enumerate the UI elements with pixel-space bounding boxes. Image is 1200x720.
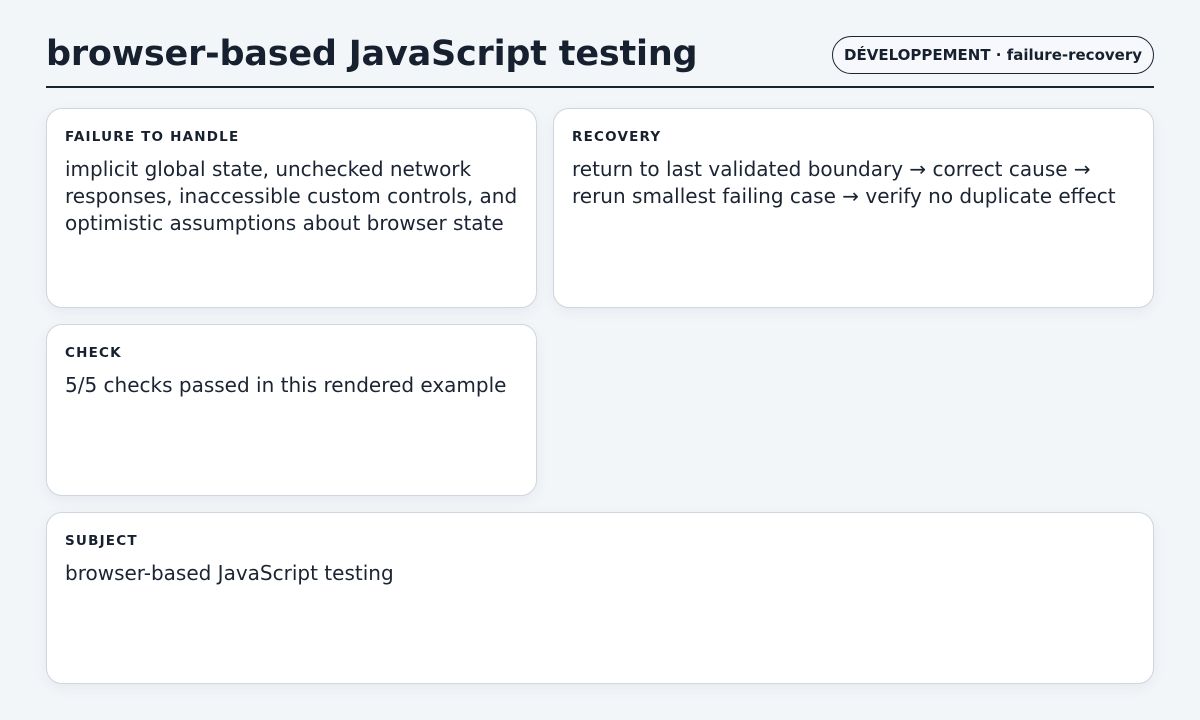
recovery-card: RECOVERY return to last validated bounda… — [553, 108, 1154, 308]
failure-to-handle-card: FAILURE TO HANDLE implicit global state,… — [46, 108, 537, 308]
recovery-label: RECOVERY — [572, 129, 662, 145]
failure-to-handle-text: implicit global state, unchecked network… — [65, 157, 518, 235]
page-title: browser-based JavaScript testing — [46, 34, 698, 74]
page-header: browser-based JavaScript testing DÉVELOP… — [46, 0, 1154, 88]
category-badge: DÉVELOPPEMENT · failure-recovery — [832, 36, 1154, 74]
check-label: CHECK — [65, 345, 122, 361]
check-text: 5/5 checks passed in this rendered examp… — [65, 373, 507, 397]
recovery-text: return to last validated boundary → corr… — [572, 157, 1116, 208]
check-card: CHECK 5/5 checks passed in this rendered… — [46, 324, 537, 496]
subject-text: browser-based JavaScript testing — [65, 561, 394, 585]
failure-to-handle-label: FAILURE TO HANDLE — [65, 129, 240, 145]
subject-label: SUBJECT — [65, 533, 138, 549]
subject-card: SUBJECT browser-based JavaScript testing — [46, 512, 1154, 684]
